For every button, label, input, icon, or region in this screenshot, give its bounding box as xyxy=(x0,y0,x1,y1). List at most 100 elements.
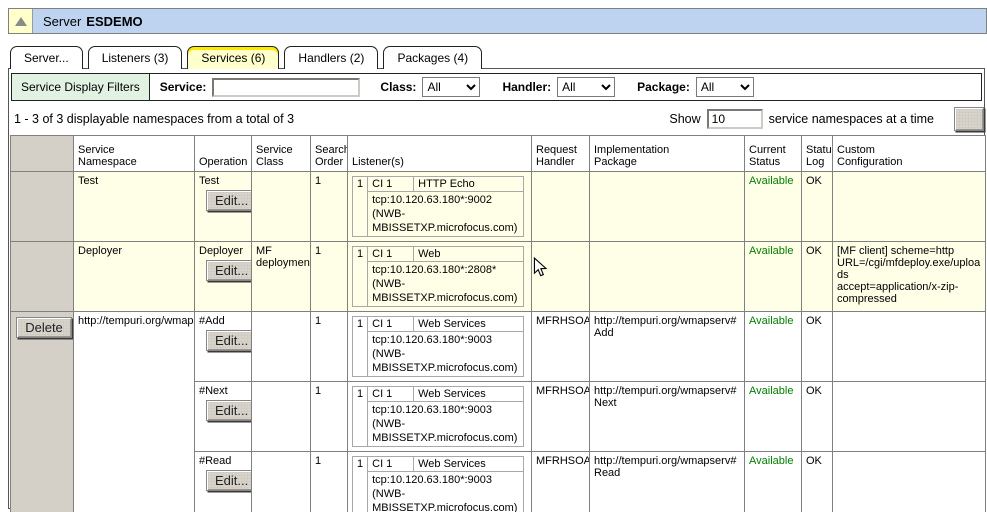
listener-conversation: CI 1 xyxy=(368,387,414,402)
listener-host: (NWB-MBISSETXP.microfocus.com) xyxy=(372,207,519,235)
mouse-cursor xyxy=(531,257,549,277)
collapse-arrow-icon xyxy=(15,17,27,26)
implementation-package-cell: http://tempuri.org/wmapserv#Add xyxy=(590,312,745,382)
results-summary: 1 - 3 of 3 displayable namespaces from a… xyxy=(11,112,669,126)
listener-conversation: CI 1 xyxy=(368,317,414,332)
service-class-cell xyxy=(252,452,311,512)
header-request-handler: Request Handler xyxy=(532,136,590,172)
header-custom-configuration: Custom Configuration xyxy=(833,136,986,172)
listener-index: 1 xyxy=(353,177,368,237)
listener-index: 1 xyxy=(353,317,368,377)
search-order-cell: 1 xyxy=(311,382,348,452)
request-handler-cell xyxy=(532,172,590,242)
package-filter-select[interactable]: All xyxy=(696,77,754,97)
table-row: Deployer Deployer Edit... MF deployment … xyxy=(11,242,986,312)
listener-mini-table: 1 CI 1 Web tcp:10.120.63.180*:2808* (NWB… xyxy=(352,246,524,307)
handler-filter-label: Handler: xyxy=(502,80,551,94)
services-panel: Service Display Filters Service: Class: … xyxy=(8,68,985,509)
request-handler-cell: MFRHSOAP xyxy=(532,382,590,452)
listener-host: (NWB-MBISSETXP.microfocus.com) xyxy=(372,417,519,445)
custom-config-cell xyxy=(833,312,986,382)
header-search-order: Search Order xyxy=(311,136,348,172)
listener-index: 1 xyxy=(353,247,368,307)
listener-name: Web Services xyxy=(414,387,524,402)
filter-fields: Service: Class: All Handler: All Package… xyxy=(150,74,770,100)
row-actions-cell xyxy=(11,242,74,312)
tab-services[interactable]: Services (6) xyxy=(187,46,279,69)
request-handler-cell: MFRHSOAP xyxy=(532,312,590,382)
listener-endpoint-cell: tcp:10.120.63.180*:9002 (NWB-MBISSETXP.m… xyxy=(368,192,524,237)
class-filter-select[interactable]: All xyxy=(422,77,480,97)
class-filter-label: Class: xyxy=(380,80,416,94)
status-log-cell: OK xyxy=(802,242,833,312)
tab-handlers[interactable]: Handlers (2) xyxy=(284,46,378,69)
show-apply-button[interactable] xyxy=(954,107,984,131)
listener-cell: 1 CI 1 Web Services tcp:10.120.63.180*:9… xyxy=(348,312,532,382)
operation-cell: #Read Edit... xyxy=(195,452,252,512)
listener-cell: 1 CI 1 HTTP Echo tcp:10.120.63.180*:9002… xyxy=(348,172,532,242)
listener-host: (NWB-MBISSETXP.microfocus.com) xyxy=(372,487,519,512)
edit-button[interactable]: Edit... xyxy=(206,190,252,211)
listener-mini-table: 1 CI 1 HTTP Echo tcp:10.120.63.180*:9002… xyxy=(352,176,524,237)
service-class-cell: MF deployment xyxy=(252,242,311,312)
listener-endpoint: tcp:10.120.63.180*:2808* xyxy=(372,263,519,277)
tab-packages[interactable]: Packages (4) xyxy=(383,46,482,69)
listener-endpoint-cell: tcp:10.120.63.180*:2808* (NWB-MBISSETXP.… xyxy=(368,262,524,307)
delete-button[interactable]: Delete xyxy=(16,317,72,338)
custom-config-cell xyxy=(833,382,986,452)
listener-cell: 1 CI 1 Web tcp:10.120.63.180*:2808* (NWB… xyxy=(348,242,532,312)
current-status-cell: Available xyxy=(745,242,802,312)
service-filter-input[interactable] xyxy=(212,78,360,97)
edit-button[interactable]: Edit... xyxy=(206,470,252,491)
search-order-cell: 1 xyxy=(311,452,348,512)
status-log-cell: OK xyxy=(802,452,833,512)
listener-name: Web Services xyxy=(414,457,524,472)
operation-cell: Test Edit... xyxy=(195,172,252,242)
show-suffix: service namespaces at a time xyxy=(769,112,934,126)
results-info-row: 1 - 3 of 3 displayable namespaces from a… xyxy=(11,106,982,131)
listener-mini-table: 1 CI 1 Web Services tcp:10.120.63.180*:9… xyxy=(352,316,524,377)
implementation-package-cell: http://tempuri.org/wmapserv#Read xyxy=(590,452,745,512)
listener-host: (NWB-MBISSETXP.microfocus.com) xyxy=(372,277,519,305)
search-order-cell: 1 xyxy=(311,312,348,382)
tab-listeners[interactable]: Listeners (3) xyxy=(88,46,183,69)
package-filter-label: Package: xyxy=(637,80,690,94)
service-class-cell xyxy=(252,172,311,242)
search-order-cell: 1 xyxy=(311,172,348,242)
row-actions-cell xyxy=(11,172,74,242)
listener-mini-table: 1 CI 1 Web Services tcp:10.120.63.180*:9… xyxy=(352,456,524,512)
operation-cell: #Add Edit... xyxy=(195,312,252,382)
collapse-toggle[interactable] xyxy=(9,9,33,33)
services-table: Service Namespace Operation Service Clas… xyxy=(10,135,986,512)
listener-index: 1 xyxy=(353,457,368,512)
operation-name: Test xyxy=(199,175,247,187)
custom-config-cell xyxy=(833,452,986,512)
listener-endpoint: tcp:10.120.63.180*:9002 xyxy=(372,193,519,207)
namespace-cell: Deployer xyxy=(74,242,195,312)
listener-cell: 1 CI 1 Web Services tcp:10.120.63.180*:9… xyxy=(348,382,532,452)
operation-name: #Next xyxy=(199,385,247,397)
edit-button[interactable]: Edit... xyxy=(206,260,252,281)
handler-filter-select[interactable]: All xyxy=(557,77,615,97)
namespace-cell: http://tempuri.org/wmapserv xyxy=(74,312,195,512)
listener-name: HTTP Echo xyxy=(414,177,524,192)
implementation-package-cell xyxy=(590,172,745,242)
tab-strip: Server... Listeners (3) Services (6) Han… xyxy=(10,46,987,69)
namespace-cell: Test xyxy=(74,172,195,242)
listener-conversation: CI 1 xyxy=(368,457,414,472)
tab-server[interactable]: Server... xyxy=(10,46,83,69)
server-label: Server xyxy=(43,14,81,29)
status-log-cell: OK xyxy=(802,172,833,242)
implementation-package-cell: http://tempuri.org/wmapserv#Next xyxy=(590,382,745,452)
table-row: Test Test Edit... 1 1 CI 1 HTTP Echo xyxy=(11,172,986,242)
row-actions-cell: Delete xyxy=(11,312,74,512)
page: Server ESDEMO Server... Listeners (3) Se… xyxy=(0,0,987,512)
listener-endpoint-cell: tcp:10.120.63.180*:9003 (NWB-MBISSETXP.m… xyxy=(368,472,524,512)
listener-host: (NWB-MBISSETXP.microfocus.com) xyxy=(372,347,519,375)
edit-button[interactable]: Edit... xyxy=(206,330,252,351)
header-listeners: Listener(s) xyxy=(348,136,532,172)
show-count-input[interactable] xyxy=(707,109,763,129)
listener-index: 1 xyxy=(353,387,368,447)
show-label: Show xyxy=(669,112,700,126)
edit-button[interactable]: Edit... xyxy=(206,400,252,421)
